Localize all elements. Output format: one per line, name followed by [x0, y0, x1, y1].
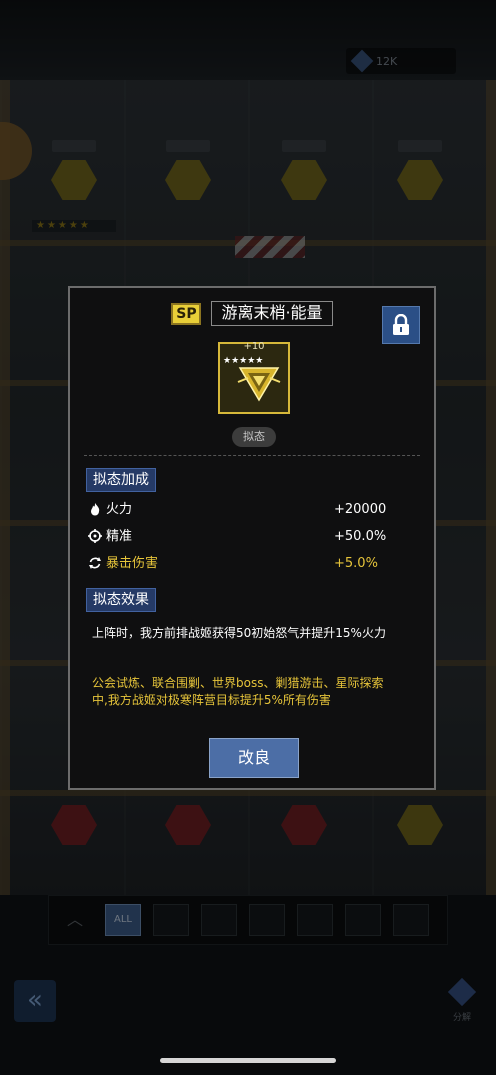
bonus-section-header: 拟态加成	[86, 468, 156, 492]
item-tag: 拟态	[232, 427, 276, 447]
crosshair-icon	[88, 529, 102, 543]
stat-row-crit-damage: 暴击伤害 +5.0%	[88, 554, 408, 574]
sp-badge: SP	[171, 302, 202, 325]
item-detail-dialog: SP 游离末梢·能量 +10 ★★★★★ 拟态 拟态加成 火力 +20000 精…	[68, 286, 436, 790]
stat-value: +20000	[334, 502, 387, 517]
crit-cycle-icon	[89, 557, 101, 569]
stat-row-firepower: 火力 +20000	[88, 500, 408, 520]
divider	[84, 455, 420, 456]
stat-row-accuracy: 精准 +50.0%	[88, 527, 408, 547]
item-title: 游离末梢·能量	[211, 301, 333, 326]
lock-button[interactable]	[382, 306, 420, 344]
lock-icon	[393, 314, 409, 335]
item-icon[interactable]: +10 ★★★★★	[218, 341, 290, 414]
stat-name: 火力	[106, 502, 133, 517]
stat-name: 暴击伤害	[106, 556, 159, 571]
effect-description: 上阵时，我方前排战姬获得50初始怒气并提升15%火力	[92, 626, 386, 640]
improve-button[interactable]: 改良	[209, 738, 299, 778]
home-indicator[interactable]	[160, 1058, 336, 1063]
stat-value: +50.0%	[334, 529, 387, 544]
item-level: +10	[243, 341, 265, 352]
effect-section-header: 拟态效果	[86, 588, 156, 612]
emblem-icon	[237, 367, 281, 402]
effect-description-gold: 公会试炼、联合围剿、世界boss、剿猎游击、星际探索中,我方战姬对极寒阵营目标提…	[92, 676, 384, 707]
title-row: SP 游离末梢·能量	[70, 301, 434, 326]
stat-name: 精准	[106, 529, 133, 544]
star-icons: ★★★★★	[223, 356, 264, 366]
stat-value: +5.0%	[334, 556, 378, 571]
flame-icon	[91, 503, 100, 516]
